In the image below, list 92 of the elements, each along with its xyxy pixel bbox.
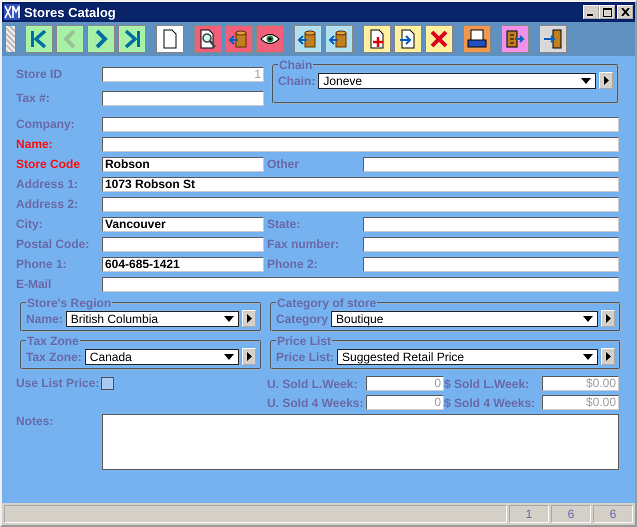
list-arrow-icon — [504, 28, 526, 50]
text-field[interactable] — [102, 196, 619, 212]
maximize-button[interactable] — [599, 5, 615, 19]
field-label: Address 2: — [16, 197, 80, 211]
field-label: Chain: — [278, 74, 316, 88]
field-label: E-Mail — [16, 277, 52, 291]
toolbar-button[interactable] — [194, 25, 222, 53]
door-icon — [542, 28, 564, 50]
field-label: Tax Zone: — [26, 350, 82, 364]
field-label: Use List Price: — [16, 376, 100, 390]
field-label: U. Sold 4 Weeks: — [267, 396, 364, 410]
group-title: Category of store — [276, 296, 378, 310]
maximize-icon — [602, 8, 612, 16]
open-button[interactable] — [599, 72, 613, 89]
text-field[interactable]: Robson — [102, 156, 264, 172]
minimize-button[interactable] — [583, 5, 599, 19]
toolbar-button[interactable] — [156, 25, 184, 53]
open-button[interactable] — [242, 310, 256, 327]
field-label: Fax number: — [266, 237, 340, 251]
play-icon — [246, 352, 252, 361]
caret-icon — [224, 316, 234, 322]
caret-icon — [583, 316, 593, 322]
text-field[interactable]: 1073 Robson St — [102, 176, 619, 192]
toolbar-button[interactable] — [463, 25, 491, 53]
text-field[interactable] — [102, 116, 619, 132]
field-label: Address 1: — [16, 177, 80, 191]
field-label: Store Code — [16, 157, 82, 171]
printer-icon — [466, 28, 488, 50]
toolbar-button[interactable] — [294, 25, 322, 53]
field-label: Notes: — [16, 414, 54, 430]
dropdown[interactable]: Boutique — [331, 310, 598, 326]
field-label: Name: — [16, 137, 54, 151]
status-panel: 1 — [509, 505, 549, 523]
field-label: U. Sold L.Week: — [267, 376, 358, 390]
field-label: Postal Code: — [16, 237, 90, 251]
text-field[interactable] — [102, 90, 264, 106]
field-label: Store ID — [16, 67, 64, 81]
open-button[interactable] — [601, 310, 615, 327]
field-label: Name: — [26, 312, 63, 326]
field-label: Phone 1: — [16, 257, 68, 271]
toolbar-button[interactable] — [501, 25, 529, 53]
open-button[interactable] — [242, 348, 256, 365]
caret-icon — [581, 78, 591, 84]
window-title: Stores Catalog — [24, 4, 117, 20]
text-field[interactable] — [102, 136, 619, 152]
group-title: Price List — [276, 334, 332, 348]
caret-icon — [224, 354, 234, 360]
app-icon — [4, 4, 20, 20]
text-field[interactable] — [363, 256, 619, 272]
toolbar-button[interactable] — [325, 25, 353, 53]
toolbar-button[interactable] — [394, 25, 422, 53]
close-icon — [620, 8, 630, 16]
text-field[interactable] — [102, 276, 619, 292]
text-field[interactable] — [102, 236, 264, 252]
toolbar-button[interactable] — [256, 25, 284, 53]
group-title: Store's Region — [26, 296, 112, 310]
close-icon — [428, 28, 450, 50]
group-title: Chain — [278, 58, 314, 72]
close-button[interactable] — [617, 5, 633, 19]
checkbox[interactable] — [101, 377, 114, 390]
text-field[interactable] — [363, 216, 619, 232]
play-icon — [606, 314, 610, 323]
field-label: $ Sold L.Week: — [444, 376, 530, 390]
text-field[interactable] — [363, 156, 619, 172]
play-icon — [246, 314, 252, 323]
toolbar-grip[interactable] — [6, 26, 15, 52]
group-title: Tax Zone — [26, 334, 80, 348]
play-icon — [604, 76, 608, 85]
open-button[interactable] — [601, 348, 615, 365]
status-panel: 6 — [593, 505, 633, 523]
field-label: $ Sold 4 Weeks: — [444, 396, 536, 410]
dropdown[interactable]: British Columbia — [66, 310, 239, 326]
field-label: Company: — [16, 117, 76, 131]
play-icon — [606, 352, 610, 361]
dropdown[interactable]: Canada — [84, 348, 239, 364]
field-label: City: — [16, 217, 44, 231]
caret-icon — [583, 354, 593, 360]
field-label: Category — [276, 312, 328, 326]
toolbar-button[interactable] — [539, 25, 567, 53]
text-field[interactable] — [363, 236, 619, 252]
toolbar-button[interactable] — [363, 25, 391, 53]
text-field[interactable]: Vancouver — [102, 216, 264, 232]
field-label: Price List: — [276, 350, 334, 364]
notes-field[interactable] — [102, 414, 619, 470]
text-field[interactable]: 604-685-1421 — [102, 256, 264, 272]
status-panel: 6 — [551, 505, 591, 523]
field-label: Phone 2: — [266, 257, 319, 271]
dropdown[interactable]: Joneve — [318, 72, 596, 88]
field-label: Other — [266, 157, 300, 171]
dropdown[interactable]: Suggested Retail Price — [337, 348, 598, 364]
field-label: State: — [266, 217, 302, 231]
field-label: Tax #: — [16, 91, 51, 105]
